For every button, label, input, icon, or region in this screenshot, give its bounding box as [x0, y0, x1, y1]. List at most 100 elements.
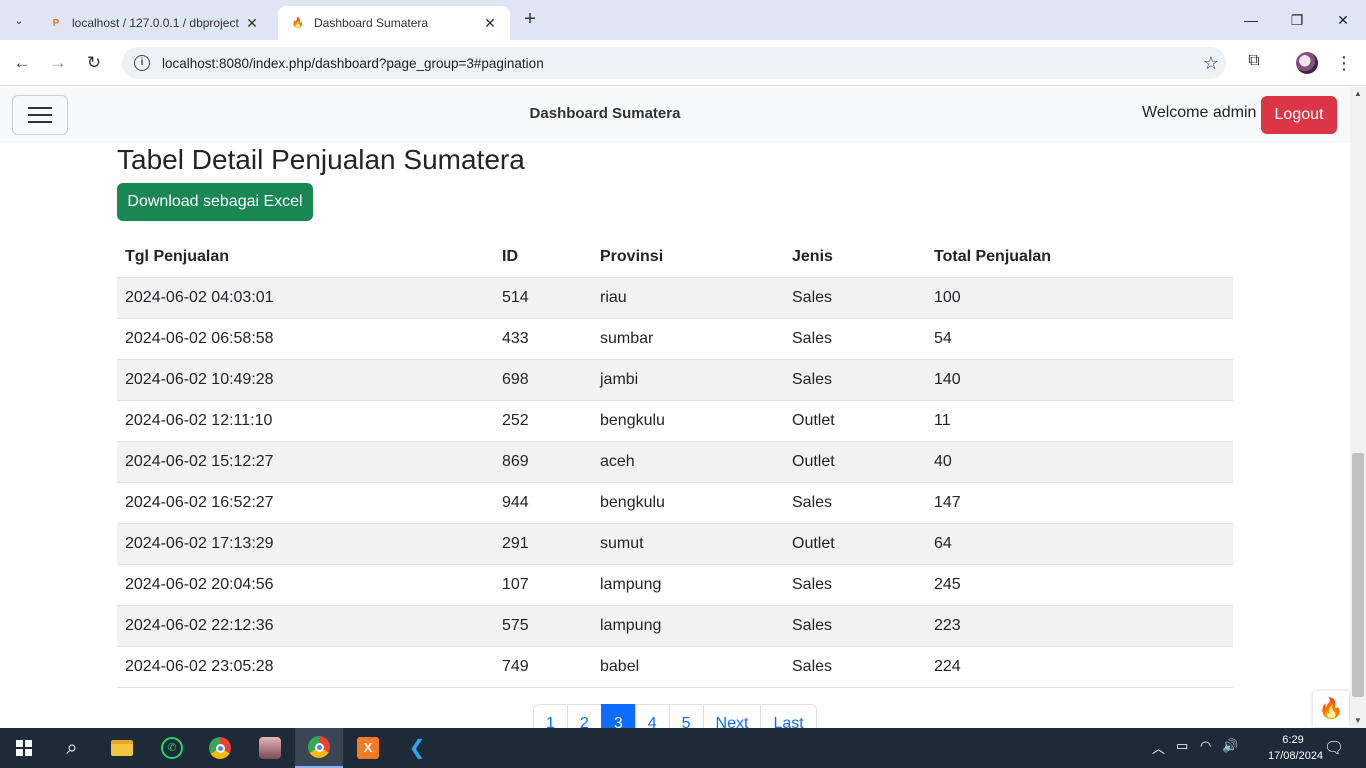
column-header-jenis: Jenis	[784, 237, 926, 278]
browser-tab-phpmyadmin[interactable]: P localhost / 127.0.0.1 / dbproject ✕	[36, 6, 272, 40]
codeigniter-debug-toolbar-icon[interactable]: 🔥	[1313, 691, 1349, 727]
clock-date: 17/08/2024	[1268, 750, 1324, 762]
wifi-icon[interactable]: ◠	[1200, 738, 1211, 754]
volume-icon[interactable]: 🔊	[1222, 738, 1238, 754]
download-excel-button[interactable]: Download sebagai Excel	[117, 183, 313, 221]
table-row: 2024-06-02 10:49:28 698 jambi Sales 140	[117, 359, 1233, 401]
cell-jenis: Sales	[784, 277, 926, 319]
tab-title: Dashboard Sumatera	[314, 16, 429, 30]
cell-id: 107	[494, 564, 592, 606]
column-header-id: ID	[494, 237, 592, 278]
file-explorer-icon[interactable]	[98, 728, 146, 768]
cell-id: 514	[494, 277, 592, 319]
top-navbar: Dashboard Sumatera Welcome admin Logout	[0, 87, 1350, 143]
browser-tab-dashboard[interactable]: 🔥 Dashboard Sumatera ✕	[278, 6, 510, 40]
table-row: 2024-06-02 06:58:58 433 sumbar Sales 54	[117, 318, 1233, 360]
page-link-last[interactable]: Last	[760, 704, 817, 728]
cell-total: 245	[926, 564, 1233, 606]
chrome-icon[interactable]	[196, 728, 244, 768]
new-tab-button[interactable]: +	[518, 9, 542, 30]
cell-tgl: 2024-06-02 23:05:28	[117, 646, 494, 688]
back-arrow-icon[interactable]: ←	[10, 51, 34, 75]
scroll-down-arrow-icon[interactable]: ▼	[1350, 714, 1366, 728]
page-link-1[interactable]: 1	[533, 704, 568, 728]
site-info-icon[interactable]: i	[134, 55, 150, 71]
windows-start-icon[interactable]	[0, 728, 48, 768]
table-row: 2024-06-02 22:12:36 575 lampung Sales 22…	[117, 605, 1233, 647]
page-link-5[interactable]: 5	[668, 704, 704, 728]
cell-jenis: Outlet	[784, 441, 926, 483]
scrollbar-thumb[interactable]	[1352, 453, 1364, 697]
close-window-button[interactable]: ✕	[1328, 8, 1358, 32]
extensions-puzzle-icon[interactable]: ⧉	[1242, 52, 1266, 76]
cell-tgl: 2024-06-02 10:49:28	[117, 359, 494, 401]
chrome-profile-icon[interactable]	[295, 728, 343, 768]
cell-id: 291	[494, 523, 592, 565]
table-row: 2024-06-02 15:12:27 869 aceh Outlet 40	[117, 441, 1233, 483]
column-header-tgl: Tgl Penjualan	[117, 237, 494, 278]
url-text[interactable]: localhost:8080/index.php/dashboard?page_…	[162, 56, 1196, 71]
windows-taskbar: ⌕ ✆ X ❮ ︿ ▭ ◠ 🔊 6:29 17/08/2024 🗨	[0, 728, 1366, 768]
taskbar-clock[interactable]: 6:29 17/08/2024	[1268, 732, 1324, 764]
cell-total: 100	[926, 277, 1233, 319]
notifications-icon[interactable]: 🗨	[1324, 738, 1344, 758]
browser-menu-icon[interactable]: ⋮	[1334, 51, 1354, 75]
page-link-3-active[interactable]: 3	[600, 704, 636, 728]
tab-search-button[interactable]: ⌄	[6, 8, 32, 32]
table-row: 2024-06-02 23:05:28 749 babel Sales 224	[117, 646, 1233, 688]
page-link-2[interactable]: 2	[566, 704, 602, 728]
forward-arrow-icon[interactable]: →	[46, 51, 70, 75]
cell-total: 64	[926, 523, 1233, 565]
cell-id: 869	[494, 441, 592, 483]
address-bar[interactable]: i localhost:8080/index.php/dashboard?pag…	[122, 47, 1226, 79]
cell-jenis: Sales	[784, 359, 926, 401]
vscode-icon[interactable]: ❮	[393, 728, 441, 768]
cell-provinsi: bengkulu	[592, 482, 784, 524]
restore-window-button[interactable]: ❐	[1282, 8, 1312, 32]
table-row: 2024-06-02 17:13:29 291 sumut Outlet 64	[117, 523, 1233, 565]
navbar-brand[interactable]: Dashboard Sumatera	[0, 105, 1210, 122]
cell-provinsi: lampung	[592, 564, 784, 606]
logout-button[interactable]: Logout	[1261, 96, 1337, 134]
profile-avatar[interactable]	[1296, 52, 1318, 74]
close-tab-icon[interactable]: ✕	[482, 15, 498, 31]
cell-id: 575	[494, 605, 592, 647]
xampp-icon[interactable]: X	[344, 728, 392, 768]
close-tab-icon[interactable]: ✕	[244, 15, 260, 31]
cell-total: 223	[926, 605, 1233, 647]
cell-tgl: 2024-06-02 17:13:29	[117, 523, 494, 565]
cell-total: 54	[926, 318, 1233, 360]
page-link-next[interactable]: Next	[702, 704, 762, 728]
cell-jenis: Sales	[784, 564, 926, 606]
cell-jenis: Sales	[784, 605, 926, 647]
whatsapp-icon[interactable]: ✆	[148, 728, 196, 768]
cell-total: 140	[926, 359, 1233, 401]
minimize-window-button[interactable]: —	[1236, 8, 1266, 32]
cell-provinsi: riau	[592, 277, 784, 319]
cell-provinsi: bengkulu	[592, 400, 784, 442]
anime-app-icon[interactable]	[246, 728, 294, 768]
battery-icon[interactable]: ▭	[1176, 738, 1188, 754]
clock-time: 6:29	[1282, 734, 1304, 746]
phpmyadmin-icon: P	[52, 17, 60, 29]
reload-icon[interactable]: ↻	[82, 51, 106, 75]
cell-id: 252	[494, 400, 592, 442]
page-scrollbar[interactable]: ▲ ▼	[1350, 87, 1366, 728]
scroll-up-arrow-icon[interactable]: ▲	[1350, 87, 1366, 101]
cell-jenis: Outlet	[784, 523, 926, 565]
bookmark-star-icon[interactable]: ☆	[1196, 53, 1226, 74]
cell-provinsi: jambi	[592, 359, 784, 401]
cell-total: 147	[926, 482, 1233, 524]
cell-id: 944	[494, 482, 592, 524]
search-icon[interactable]: ⌕	[48, 728, 96, 768]
show-hidden-icons-chevron-icon[interactable]: ︿	[1152, 738, 1165, 757]
cell-tgl: 2024-06-02 12:11:10	[117, 400, 494, 442]
cell-provinsi: sumut	[592, 523, 784, 565]
page-link-4[interactable]: 4	[634, 704, 670, 728]
browser-tab-strip: ⌄ P localhost / 127.0.0.1 / dbproject ✕ …	[0, 0, 1366, 40]
table-row: 2024-06-02 16:52:27 944 bengkulu Sales 1…	[117, 482, 1233, 524]
table-row: 2024-06-02 04:03:01 514 riau Sales 100	[117, 277, 1233, 319]
cell-id: 698	[494, 359, 592, 401]
cell-provinsi: babel	[592, 646, 784, 688]
cell-tgl: 2024-06-02 22:12:36	[117, 605, 494, 647]
